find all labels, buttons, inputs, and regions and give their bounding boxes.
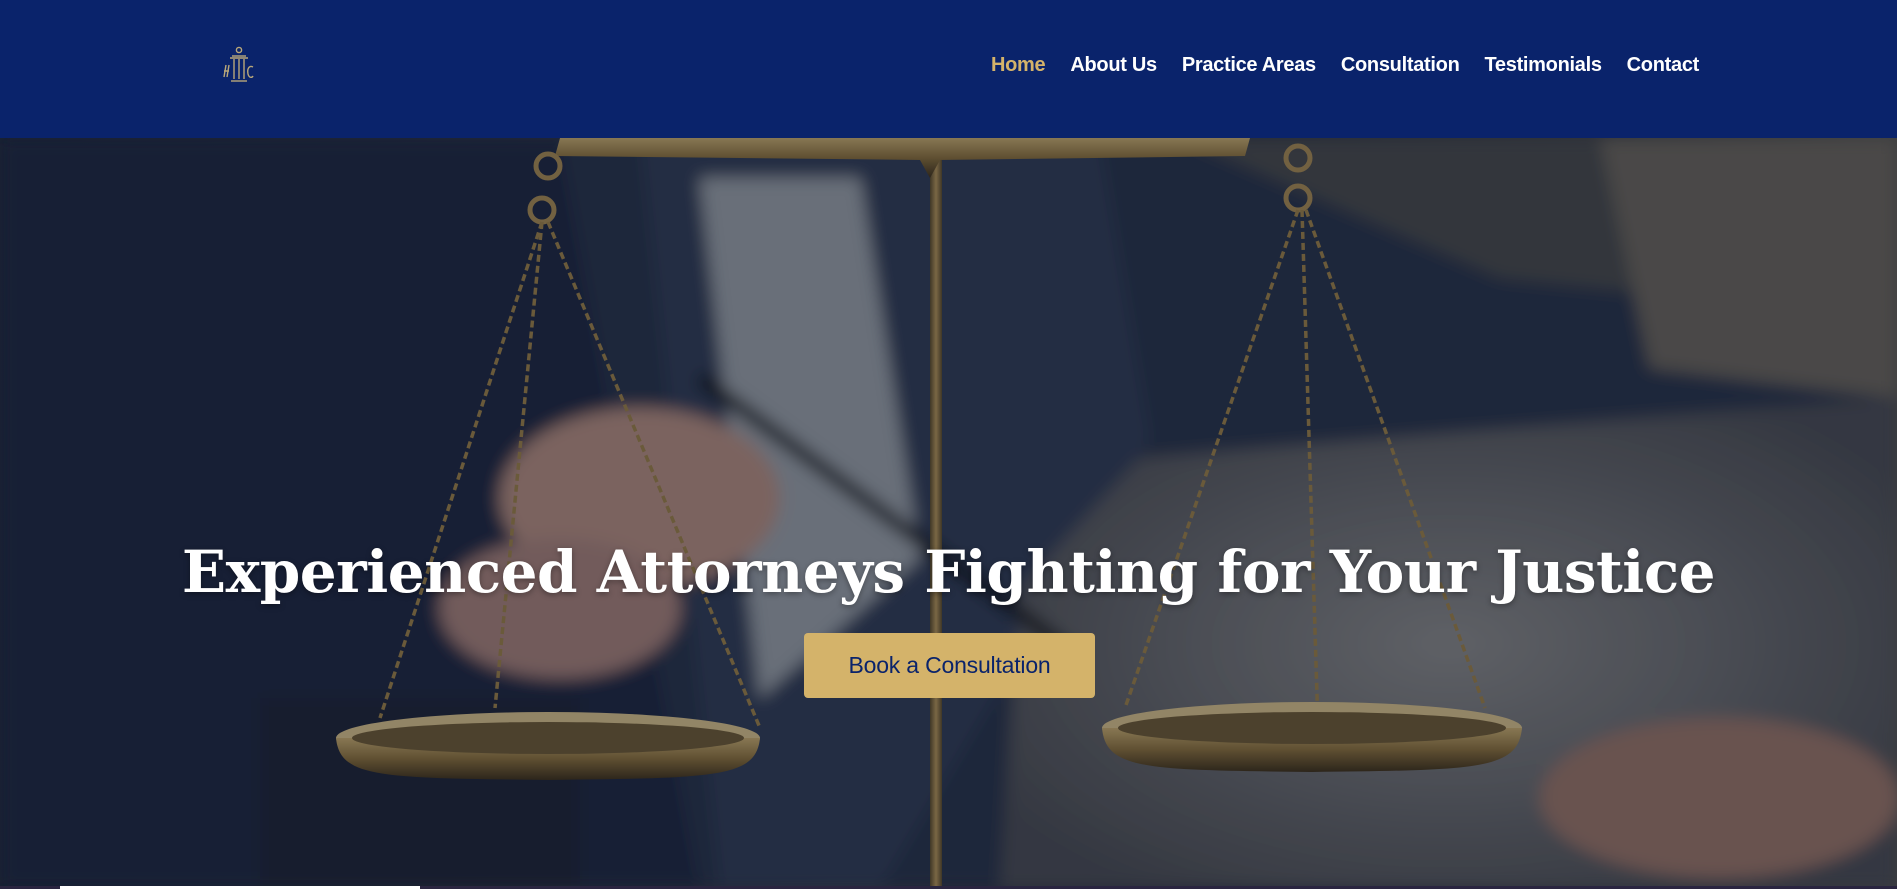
nav-home[interactable]: Home	[991, 54, 1046, 77]
nav-practice-areas[interactable]: Practice Areas	[1182, 54, 1316, 77]
hero-heading: Experienced Attorneys Fighting for Your …	[181, 538, 1716, 606]
nav-about-us[interactable]: About Us	[1070, 54, 1157, 77]
firm-logo-icon[interactable]	[222, 45, 256, 85]
nav-contact[interactable]: Contact	[1627, 54, 1700, 77]
nav-testimonials[interactable]: Testimonials	[1484, 54, 1601, 77]
hero-dark-overlay	[0, 138, 1897, 889]
site-header: Home About Us Practice Areas Consultatio…	[0, 0, 1897, 138]
pillar-logo-icon	[223, 46, 254, 82]
hero-section: Experienced Attorneys Fighting for Your …	[0, 138, 1897, 889]
main-nav: Home About Us Practice Areas Consultatio…	[991, 54, 1699, 77]
nav-consultation[interactable]: Consultation	[1341, 54, 1460, 77]
book-consultation-button[interactable]: Book a Consultation	[804, 633, 1095, 698]
